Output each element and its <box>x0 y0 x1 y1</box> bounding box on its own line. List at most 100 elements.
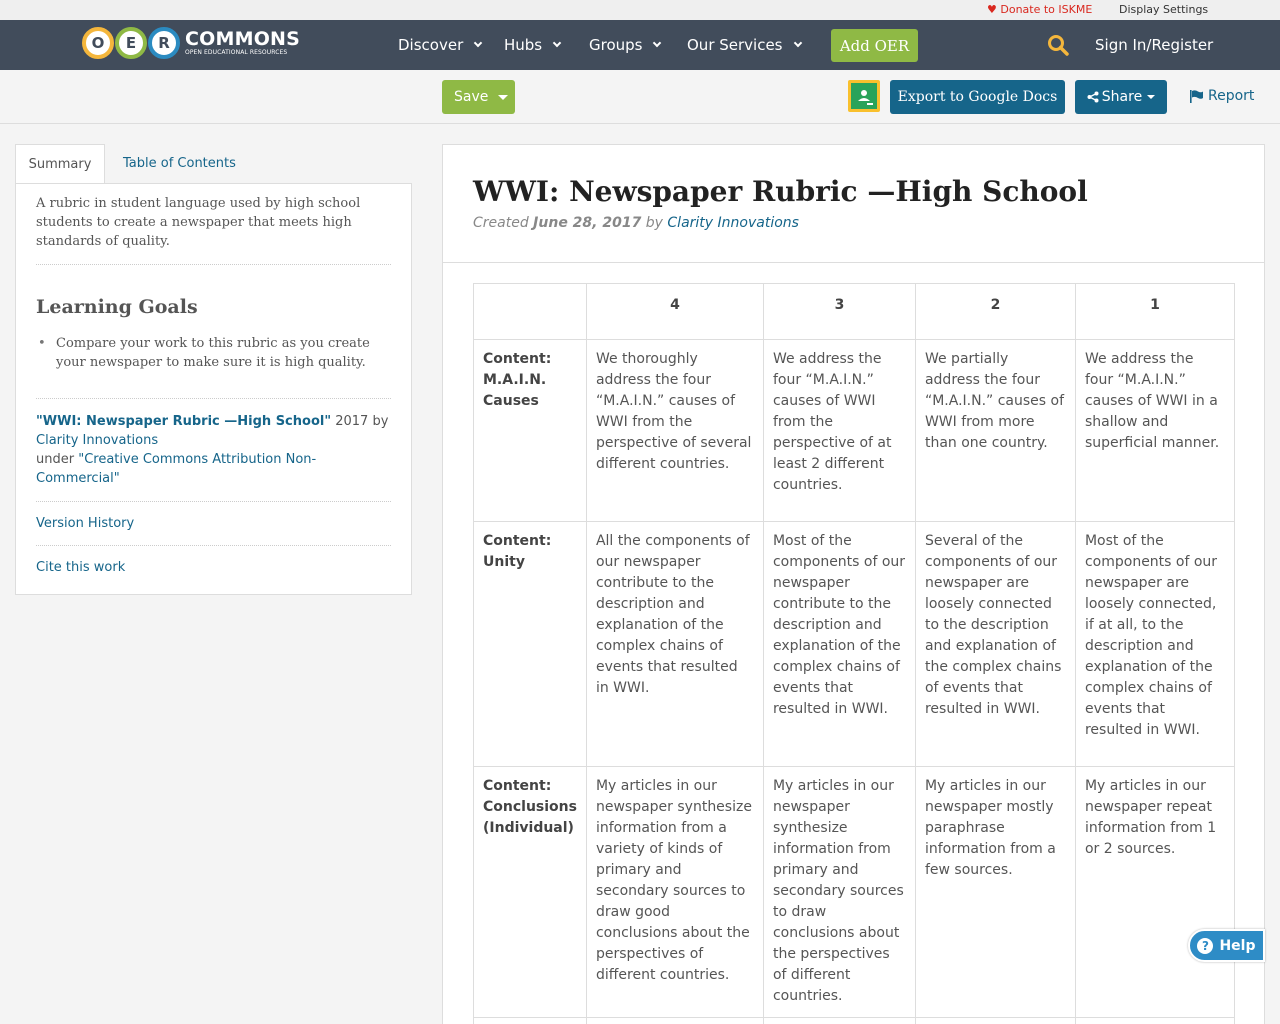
search-icon[interactable] <box>1047 34 1069 56</box>
cite-row: Cite this work <box>36 546 391 589</box>
sidebar-tabs: Summary Table of Contents <box>15 144 412 184</box>
nav-hubs[interactable]: Hubs <box>504 36 562 54</box>
rubric-header-cell: 3 <box>762 283 916 340</box>
caret-down-icon <box>1147 95 1156 99</box>
rubric-cell <box>914 1017 1076 1024</box>
flag-icon <box>1190 89 1203 103</box>
rubric-cell: We thoroughly address the four “M.A.I.N.… <box>585 339 764 522</box>
summary-text: A rubric in student language used by hig… <box>36 194 391 265</box>
rubric-cell: My articles in our newspaper mostly para… <box>914 766 1076 1018</box>
rubric-cell: My articles in our newspaper repeat info… <box>1074 766 1235 1018</box>
rubric-criterion: Content: Conclusions (Individual) <box>473 766 587 1018</box>
rubric-table: 4 3 2 1 Content: M.A.I.N. Causes We thor… <box>473 283 1235 1024</box>
rubric-cell: We address the four “M.A.I.N.” causes of… <box>762 339 916 522</box>
google-classroom-icon <box>851 83 877 109</box>
rubric-cell <box>762 1017 916 1024</box>
main-content: WWI: Newspaper Rubric —High School Creat… <box>442 144 1265 1024</box>
rubric-criterion: Content: Unity <box>473 521 587 767</box>
export-to-google-docs-button[interactable]: Export to Google Docs <box>890 80 1065 114</box>
utility-bar: ♥ Donate to ISKME Display Settings <box>0 0 1280 20</box>
resource-title-link[interactable]: "WWI: Newspaper Rubric —High School" <box>36 414 331 429</box>
chevron-down-icon <box>473 38 483 48</box>
question-icon: ? <box>1197 937 1214 954</box>
nav-our-services-label: Our Services <box>687 36 783 54</box>
attribution-year: 2017 by <box>331 414 389 429</box>
logo-tagline: OPEN EDUCATIONAL RESOURCES <box>185 49 288 56</box>
google-classroom-button[interactable] <box>848 80 880 112</box>
rubric-row: Content: M.A.I.N. Causes We thoroughly a… <box>473 339 1235 522</box>
resource-meta: Created June 28, 2017 by Clarity Innovat… <box>473 215 1234 231</box>
by-label: by <box>641 215 668 231</box>
donate-link[interactable]: ♥ Donate to ISKME <box>987 3 1092 16</box>
logo-text: COMMONS OPEN EDUCATIONAL RESOURCES <box>185 30 300 56</box>
nav-groups[interactable]: Groups <box>589 36 662 54</box>
help-button[interactable]: ? Help <box>1188 929 1265 962</box>
display-settings-link[interactable]: Display Settings <box>1119 3 1208 16</box>
rubric-header-cell: 1 <box>1074 283 1235 340</box>
help-label: Help <box>1219 937 1256 954</box>
report-label: Report <box>1208 88 1255 104</box>
rubric-header-row: 4 3 2 1 <box>473 283 1235 340</box>
resource-header: WWI: Newspaper Rubric —High School Creat… <box>443 145 1264 263</box>
share-icon <box>1087 91 1099 103</box>
rubric-header-cell <box>473 283 587 340</box>
action-bar: Save Export to Google Docs Share Report <box>0 70 1280 124</box>
page-title: WWI: Newspaper Rubric —High School <box>473 175 1088 208</box>
rubric-row-partial <box>473 1017 1235 1024</box>
rubric-cell <box>1074 1017 1235 1024</box>
tab-table-of-contents[interactable]: Table of Contents <box>123 144 236 184</box>
version-history-link[interactable]: Version History <box>36 516 134 531</box>
rubric-header-cell: 2 <box>914 283 1076 340</box>
rubric-cell <box>473 1017 587 1024</box>
rubric-cell: All the components of our newspaper cont… <box>585 521 764 767</box>
attribution-under: under <box>36 452 79 467</box>
attribution: "WWI: Newspaper Rubric —High School" 201… <box>36 412 391 502</box>
oer-commons-logo[interactable]: O E R COMMONS OPEN EDUCATIONAL RESOURCES <box>82 26 300 60</box>
sign-in-register-link[interactable]: Sign In/Register <box>1095 36 1213 54</box>
author-link[interactable]: Clarity Innovations <box>36 433 158 448</box>
nav-hubs-label: Hubs <box>504 36 543 54</box>
rubric-cell: Most of the components of our newspaper … <box>1074 521 1235 767</box>
share-button[interactable]: Share <box>1075 80 1167 114</box>
chevron-down-icon <box>653 38 662 48</box>
donate-label: Donate to ISKME <box>1000 3 1093 16</box>
rubric-cell: Most of the components of our newspaper … <box>762 521 916 767</box>
rubric-cell: My articles in our newspaper synthesize … <box>585 766 764 1018</box>
add-oer-button[interactable]: Add OER <box>831 29 918 62</box>
created-date: June 28, 2017 <box>533 215 642 231</box>
version-history-row: Version History <box>36 502 391 546</box>
rubric-cell: We partially address the four “M.A.I.N.”… <box>914 339 1076 522</box>
nav-discover-label: Discover <box>398 36 464 54</box>
heart-icon: ♥ <box>987 3 997 16</box>
rubric-criterion: Content: M.A.I.N. Causes <box>473 339 587 522</box>
rubric-row: Content: Unity All the components of our… <box>473 521 1235 767</box>
report-link[interactable]: Report <box>1190 88 1254 104</box>
license-link[interactable]: "Creative Commons Attribution Non-Commer… <box>36 452 316 486</box>
tab-summary[interactable]: Summary <box>15 144 105 184</box>
author-link[interactable]: Clarity Innovations <box>667 215 799 231</box>
rubric-cell: We address the four “M.A.I.N.” causes of… <box>1074 339 1235 522</box>
chevron-down-icon <box>552 38 562 48</box>
cite-this-work-link[interactable]: Cite this work <box>36 560 125 575</box>
nav-groups-label: Groups <box>589 36 643 54</box>
save-label: Save <box>454 89 489 105</box>
created-label: Created <box>473 215 534 231</box>
learning-goals-title: Learning Goals <box>36 296 198 318</box>
caret-down-icon <box>498 94 509 100</box>
nav-our-services[interactable]: Our Services <box>687 36 802 54</box>
summary-panel: A rubric in student language used by hig… <box>15 183 412 595</box>
main-navbar: O E R COMMONS OPEN EDUCATIONAL RESOURCES… <box>0 20 1280 70</box>
logo-word: COMMONS <box>185 28 301 50</box>
learning-goal-item: Compare your work to this rubric as you … <box>38 334 391 372</box>
nav-discover[interactable]: Discover <box>398 36 483 54</box>
rubric-cell: Several of the components of our newspap… <box>914 521 1076 767</box>
logo-letter-r: R <box>148 27 180 59</box>
learning-goals-list: Compare your work to this rubric as you … <box>36 334 391 399</box>
sidebar: Summary Table of Contents A rubric in st… <box>15 144 412 595</box>
save-button[interactable]: Save <box>442 80 515 114</box>
rubric-cell <box>585 1017 764 1024</box>
share-label: Share <box>1101 89 1143 105</box>
logo-letter-o: O <box>82 27 114 59</box>
logo-letter-e: E <box>115 27 147 59</box>
rubric-cell: My articles in our newspaper synthesize … <box>762 766 916 1018</box>
